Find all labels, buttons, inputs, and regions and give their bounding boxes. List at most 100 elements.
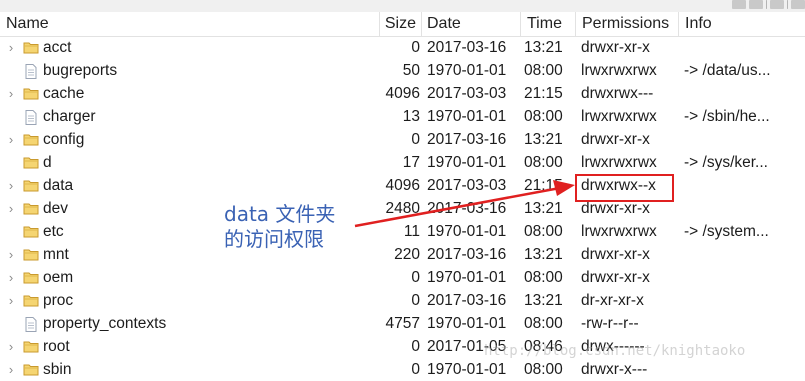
file-time: 08:00 (524, 223, 563, 240)
file-date: 2017-03-03 (427, 85, 507, 102)
folder-icon (23, 225, 39, 238)
column-divider[interactable] (520, 12, 521, 36)
annotation-line-1: data 文件夹 (224, 202, 336, 226)
folder-icon (23, 248, 39, 261)
expand-chevron-icon[interactable]: › (6, 270, 16, 285)
plus-icon[interactable] (791, 0, 805, 9)
file-info: -> /sbin/he... (684, 108, 770, 125)
column-header-time[interactable]: Time (527, 12, 562, 36)
table-row[interactable]: › config 0 2017-03-16 13:21 drwxr-xr-x (0, 128, 805, 151)
expand-chevron-icon[interactable]: › (6, 201, 16, 216)
table-row[interactable]: › cache 4096 2017-03-03 21:15 drwxrwx--- (0, 82, 805, 105)
file-size: 0 (411, 269, 420, 286)
file-permissions: drwxrwx--- (581, 85, 654, 102)
column-header-size[interactable]: Size (340, 12, 416, 36)
file-info (684, 174, 804, 197)
file-date: 2017-03-16 (427, 200, 507, 217)
expand-chevron-icon[interactable]: › (6, 178, 16, 193)
file-date: 1970-01-01 (427, 315, 507, 332)
folder-icon (23, 202, 39, 215)
expand-chevron-icon[interactable]: › (6, 40, 16, 55)
table-row[interactable]: › sbin 0 1970-01-01 08:00 drwxr-x--- (0, 358, 805, 381)
file-name: config (43, 131, 85, 148)
file-permissions: lrwxrwxrwx (581, 62, 657, 79)
file-size: 0 (411, 338, 420, 355)
file-size: 4096 (385, 177, 420, 194)
toolbar-divider (787, 0, 788, 9)
expand-chevron-icon[interactable]: › (6, 132, 16, 147)
file-size: 4096 (385, 85, 420, 102)
file-time: 08:00 (524, 154, 563, 171)
file-date: 1970-01-01 (427, 269, 507, 286)
expand-chevron-icon[interactable]: › (6, 339, 16, 354)
table-row[interactable]: d 17 1970-01-01 08:00 lrwxrwxrwx -> /sys/ker.… (0, 151, 805, 174)
file-info (684, 358, 804, 381)
file-time: 21:15 (524, 85, 563, 102)
file-date: 2017-03-16 (427, 246, 507, 263)
table-row[interactable]: › dev 2480 2017-03-16 13:21 drwxr-xr-x (0, 197, 805, 220)
column-header-info[interactable]: Info (685, 12, 712, 36)
file-time: 13:21 (524, 131, 563, 148)
file-permissions: drwxr-xr-x (581, 131, 650, 148)
file-size: 4757 (385, 315, 420, 332)
file-permissions: -rw-r--r-- (581, 315, 639, 332)
column-header-permissions[interactable]: Permissions (582, 12, 669, 36)
file-info (684, 82, 804, 105)
file-permissions: lrwxrwxrwx (581, 108, 657, 125)
file-time: 13:21 (524, 200, 563, 217)
table-row[interactable]: › data 4096 2017-03-03 21:15 drwxrwx--x (0, 174, 805, 197)
watermark: http://blog.csdn.net/knightaoko (484, 343, 746, 359)
file-time: 08:00 (524, 269, 563, 286)
table-row[interactable]: › oem 0 1970-01-01 08:00 drwxr-xr-x (0, 266, 805, 289)
expand-chevron-icon[interactable]: › (6, 247, 16, 262)
file-info (684, 289, 804, 312)
file-info (684, 243, 804, 266)
file-permissions: lrwxrwxrwx (581, 154, 657, 171)
file-info: -> /system... (684, 223, 769, 240)
file-icon (23, 64, 39, 79)
folder-icon (23, 87, 39, 100)
file-time: 08:00 (524, 108, 563, 125)
file-name: proc (43, 292, 74, 309)
file-name: oem (43, 269, 74, 286)
annotation-label: data 文件夹 的访问权限 (224, 202, 354, 252)
table-row[interactable]: charger 13 1970-01-01 08:00 lrwxrwxrwx -> /sb… (0, 105, 805, 128)
file-size: 50 (402, 62, 420, 79)
file-size: 0 (411, 39, 420, 56)
expand-chevron-icon[interactable]: › (6, 86, 16, 101)
table-row[interactable]: › mnt 220 2017-03-16 13:21 drwxr-xr-x (0, 243, 805, 266)
file-permissions: drwxr-xr-x (581, 39, 650, 56)
file-info (684, 197, 804, 220)
column-divider[interactable] (678, 12, 679, 36)
file-time: 08:00 (524, 315, 563, 332)
toolbar-strip (0, 0, 805, 12)
file-size: 0 (411, 131, 420, 148)
expand-chevron-icon[interactable]: › (6, 293, 16, 308)
file-name: data (43, 177, 74, 194)
table-row[interactable]: bugreports 50 1970-01-01 08:00 lrwxrwxrwx -> … (0, 59, 805, 82)
file-name: property_contexts (43, 315, 167, 332)
column-divider[interactable] (421, 12, 422, 36)
file-date: 1970-01-01 (427, 108, 507, 125)
save-icon[interactable] (749, 0, 763, 9)
file-name: acct (43, 39, 72, 56)
table-row[interactable]: › acct 0 2017-03-16 13:21 drwxr-xr-x (0, 36, 805, 59)
column-header-date[interactable]: Date (427, 12, 461, 36)
file-name: mnt (43, 246, 69, 263)
table-row[interactable]: › proc 0 2017-03-16 13:21 dr-xr-xr-x (0, 289, 805, 312)
table-row[interactable]: etc 11 1970-01-01 08:00 lrwxrwxrwx -> /system… (0, 220, 805, 243)
toolbar-divider (766, 0, 767, 9)
file-time: 08:00 (524, 62, 563, 79)
column-divider[interactable] (575, 12, 576, 36)
folder-icon (23, 340, 39, 353)
folder-icon (23, 294, 39, 307)
column-header-name[interactable]: Name (6, 12, 49, 36)
file-info: -> /data/us... (684, 62, 771, 79)
file-time: 08:00 (524, 361, 563, 378)
home-icon[interactable] (732, 0, 746, 9)
minus-icon[interactable] (770, 0, 784, 9)
file-name: etc (43, 223, 64, 240)
toolbar-icons (732, 0, 805, 10)
table-row[interactable]: property_contexts 4757 1970-01-01 08:00 -rw-… (0, 312, 805, 335)
file-time: 13:21 (524, 39, 563, 56)
